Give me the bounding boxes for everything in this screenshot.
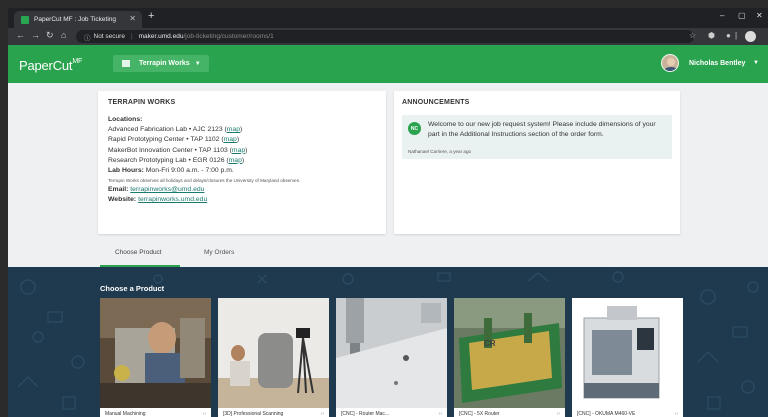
- email-row: Email: terrapinworks@umd.edu: [108, 186, 205, 194]
- announcement-item: NC Welcome to our new job request system…: [402, 115, 672, 159]
- extension-dot-icon[interactable]: ●: [726, 31, 731, 40]
- info-card-title: TERRAPIN WORKS: [108, 99, 176, 106]
- papercut-favicon-icon: [21, 15, 29, 24]
- product-card[interactable]: [3D] Professional Scanning ››: [218, 298, 329, 417]
- page-tabs: Choose Product My Orders: [8, 242, 768, 267]
- separator-icon: |: [735, 31, 738, 40]
- announcements-title: ANNOUNCEMENTS: [402, 99, 470, 106]
- forward-icon[interactable]: →: [31, 30, 40, 40]
- security-label: Not secure: [93, 33, 125, 40]
- maximize-icon[interactable]: ▢: [738, 11, 746, 20]
- email-link[interactable]: terrapinworks@umd.edu: [130, 186, 204, 193]
- map-link[interactable]: map: [232, 147, 245, 154]
- url-path: /job-ticketing/customer/rooms/1: [183, 33, 274, 40]
- chevron-right-icon: ››: [202, 411, 206, 417]
- chevron-right-icon: ››: [556, 411, 560, 417]
- product-caption: [3D] Professional Scanning: [223, 411, 284, 417]
- tab-title: PaperCut MF : Job Ticketing: [34, 16, 117, 23]
- lab-hours: Lab Hours: Mon-Fri 9:00 a.m. - 7:00 p.m.: [108, 167, 234, 175]
- chevron-down-icon: ▼: [194, 60, 201, 67]
- avatar[interactable]: [661, 54, 679, 72]
- reload-icon[interactable]: ↻: [46, 30, 54, 41]
- url-separator: |: [130, 33, 133, 40]
- location-selector-button[interactable]: Terrapin Works ▼: [113, 55, 209, 72]
- website-link[interactable]: terrapinworks.umd.edu: [138, 196, 207, 203]
- tab-my-orders[interactable]: My Orders: [204, 249, 234, 256]
- browser-tabstrip: PaperCut MF : Job Ticketing ✕ + – ▢ ✕: [8, 8, 768, 28]
- close-tab-icon[interactable]: ✕: [129, 14, 136, 23]
- location-item: Advanced Fabrication Lab • AJC 2123 (map…: [108, 126, 243, 134]
- info-icon[interactable]: ⓘ: [84, 32, 91, 42]
- minimize-icon[interactable]: –: [720, 11, 724, 20]
- location-item: MakerBot Innovation Center • TAP 1103 (m…: [108, 146, 248, 154]
- announcement-meta: Nathanael Carriere, a year ago: [408, 149, 472, 154]
- user-menu-chevron-icon[interactable]: ▼: [753, 60, 759, 66]
- map-link[interactable]: map: [229, 157, 242, 164]
- address-toolbar: ← → ↻ ⌂ ⓘ Not secure | maker.umd.edu /jo…: [8, 28, 768, 45]
- chevron-right-icon: ››: [438, 411, 442, 417]
- url-host: maker.umd.edu: [138, 33, 184, 40]
- product-caption: [CNC] - Router Mac...: [341, 411, 390, 417]
- location-item: Research Prototyping Lab • EGR 0126 (map…: [108, 156, 245, 164]
- chevron-right-icon: ››: [320, 411, 324, 417]
- product-card[interactable]: [CNC] - Router Mac... ››: [336, 298, 447, 417]
- browser-tab[interactable]: PaperCut MF : Job Ticketing ✕: [14, 11, 142, 28]
- tab-choose-product[interactable]: Choose Product: [115, 249, 162, 256]
- machinist-lathe-image: [100, 298, 211, 408]
- location-item: Rapid Prototyping Center • TAP 1102 (map…: [108, 136, 240, 144]
- user-name[interactable]: Nicholas Bentley: [689, 60, 745, 67]
- home-icon[interactable]: ⌂: [61, 30, 66, 40]
- extension-icon[interactable]: ⬢: [708, 31, 715, 40]
- okuma-mill-image: [572, 298, 683, 408]
- new-tab-button[interactable]: +: [148, 10, 154, 22]
- app-header: PaperCutMF Terrapin Works ▼ Nicholas Ben…: [8, 45, 768, 83]
- router-mill-image: [336, 298, 447, 408]
- map-link[interactable]: map: [224, 136, 237, 143]
- website-row: Website: terrapinworks.umd.edu: [108, 196, 208, 204]
- announcements-card: ANNOUNCEMENTS NC Welcome to our new job …: [394, 91, 680, 234]
- product-section: Choose a Product Manual Machining ›› [3D…: [8, 267, 768, 417]
- window-close-icon[interactable]: ✕: [756, 11, 763, 20]
- product-card[interactable]: [CNC] - OKUMA M460-VE ››: [572, 298, 683, 417]
- choose-product-title: Choose a Product: [100, 284, 165, 293]
- cnc-router-bed-image: CR: [454, 298, 565, 408]
- author-avatar-badge: NC: [408, 122, 421, 135]
- product-caption: [CNC] - OKUMA M460-VE: [577, 411, 636, 417]
- product-card[interactable]: CR [CNC] - 5X Router ››: [454, 298, 565, 417]
- locations-label: Locations:: [108, 116, 143, 123]
- 3d-scanning-image: [218, 298, 329, 408]
- location-info-card: TERRAPIN WORKS Locations: Advanced Fabri…: [98, 91, 386, 234]
- product-card[interactable]: Manual Machining ››: [100, 298, 211, 417]
- back-icon[interactable]: ←: [16, 30, 25, 40]
- product-caption: Manual Machining: [105, 411, 146, 417]
- building-icon: [122, 60, 130, 67]
- bookmark-star-icon[interactable]: ☆: [689, 31, 696, 40]
- product-caption: [CNC] - 5X Router: [459, 411, 500, 417]
- papercut-logo[interactable]: PaperCutMF: [19, 58, 82, 73]
- location-label: Terrapin Works: [139, 60, 190, 67]
- router-brand-mark: CR: [484, 339, 496, 348]
- page: PaperCutMF Terrapin Works ▼ Nicholas Ben…: [8, 45, 768, 417]
- chevron-right-icon: ››: [674, 411, 678, 417]
- announcement-message: Welcome to our new job request system! P…: [428, 121, 656, 138]
- holiday-note: Terrapin Works observes all holidays and…: [108, 178, 301, 184]
- map-link[interactable]: map: [227, 126, 240, 133]
- url-bar[interactable]: ⓘ Not secure | maker.umd.edu /job-ticket…: [76, 30, 694, 43]
- browser-profile-icon[interactable]: [745, 31, 756, 42]
